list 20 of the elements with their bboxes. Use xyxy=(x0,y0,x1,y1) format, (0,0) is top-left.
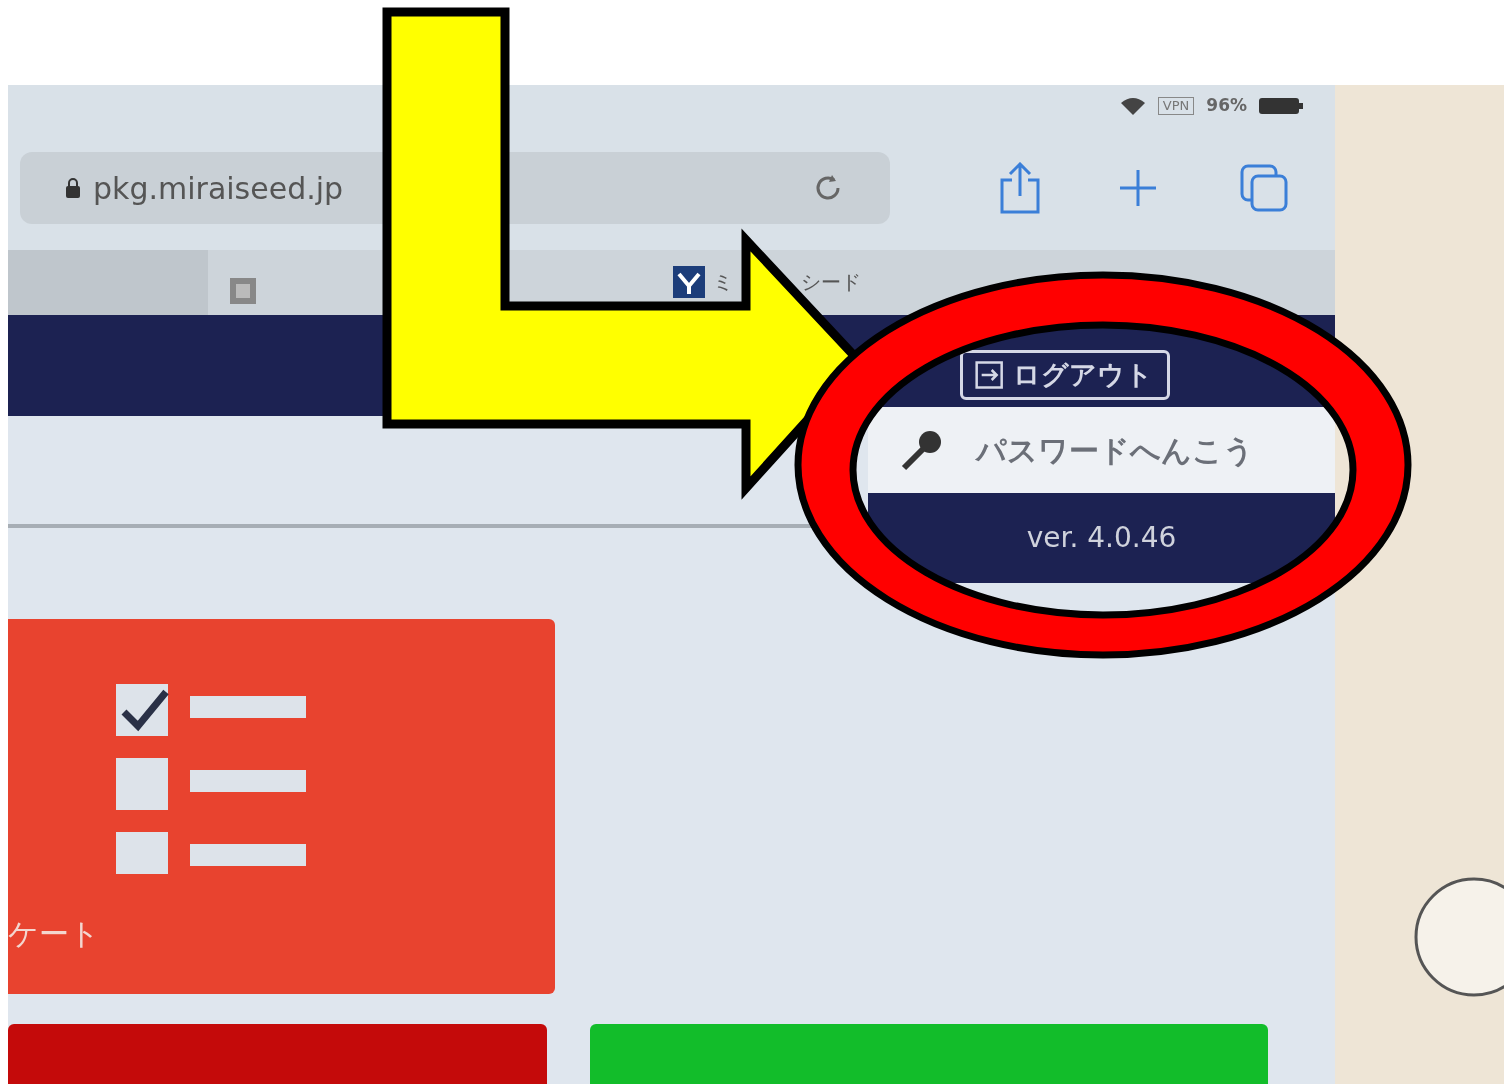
battery-icon xyxy=(1259,98,1303,115)
logout-button[interactable]: ログアウト xyxy=(960,350,1170,401)
version-label: ver. 4.0.46 xyxy=(1026,520,1177,556)
key-icon xyxy=(900,428,944,472)
lock-icon xyxy=(65,178,81,199)
battery-percent: 96% xyxy=(1206,94,1247,118)
menu-card[interactable]: ケート xyxy=(8,619,555,994)
menu-item[interactable]: パスワードへんこう xyxy=(868,407,1335,493)
home-button-icon xyxy=(1412,875,1504,999)
share-icon[interactable] xyxy=(998,162,1042,215)
tab-title[interactable]: シード xyxy=(801,267,861,298)
card-label: ケート xyxy=(8,915,100,953)
page-icon xyxy=(230,278,256,304)
site-icon xyxy=(673,266,705,299)
tab-title[interactable]: ミ xyxy=(713,267,733,298)
tabs-icon[interactable] xyxy=(1240,164,1290,213)
network-label: VPN xyxy=(1157,97,1195,116)
plus-icon[interactable] xyxy=(1118,168,1158,209)
logout-icon xyxy=(975,360,1005,391)
wifi-icon xyxy=(1119,97,1146,116)
